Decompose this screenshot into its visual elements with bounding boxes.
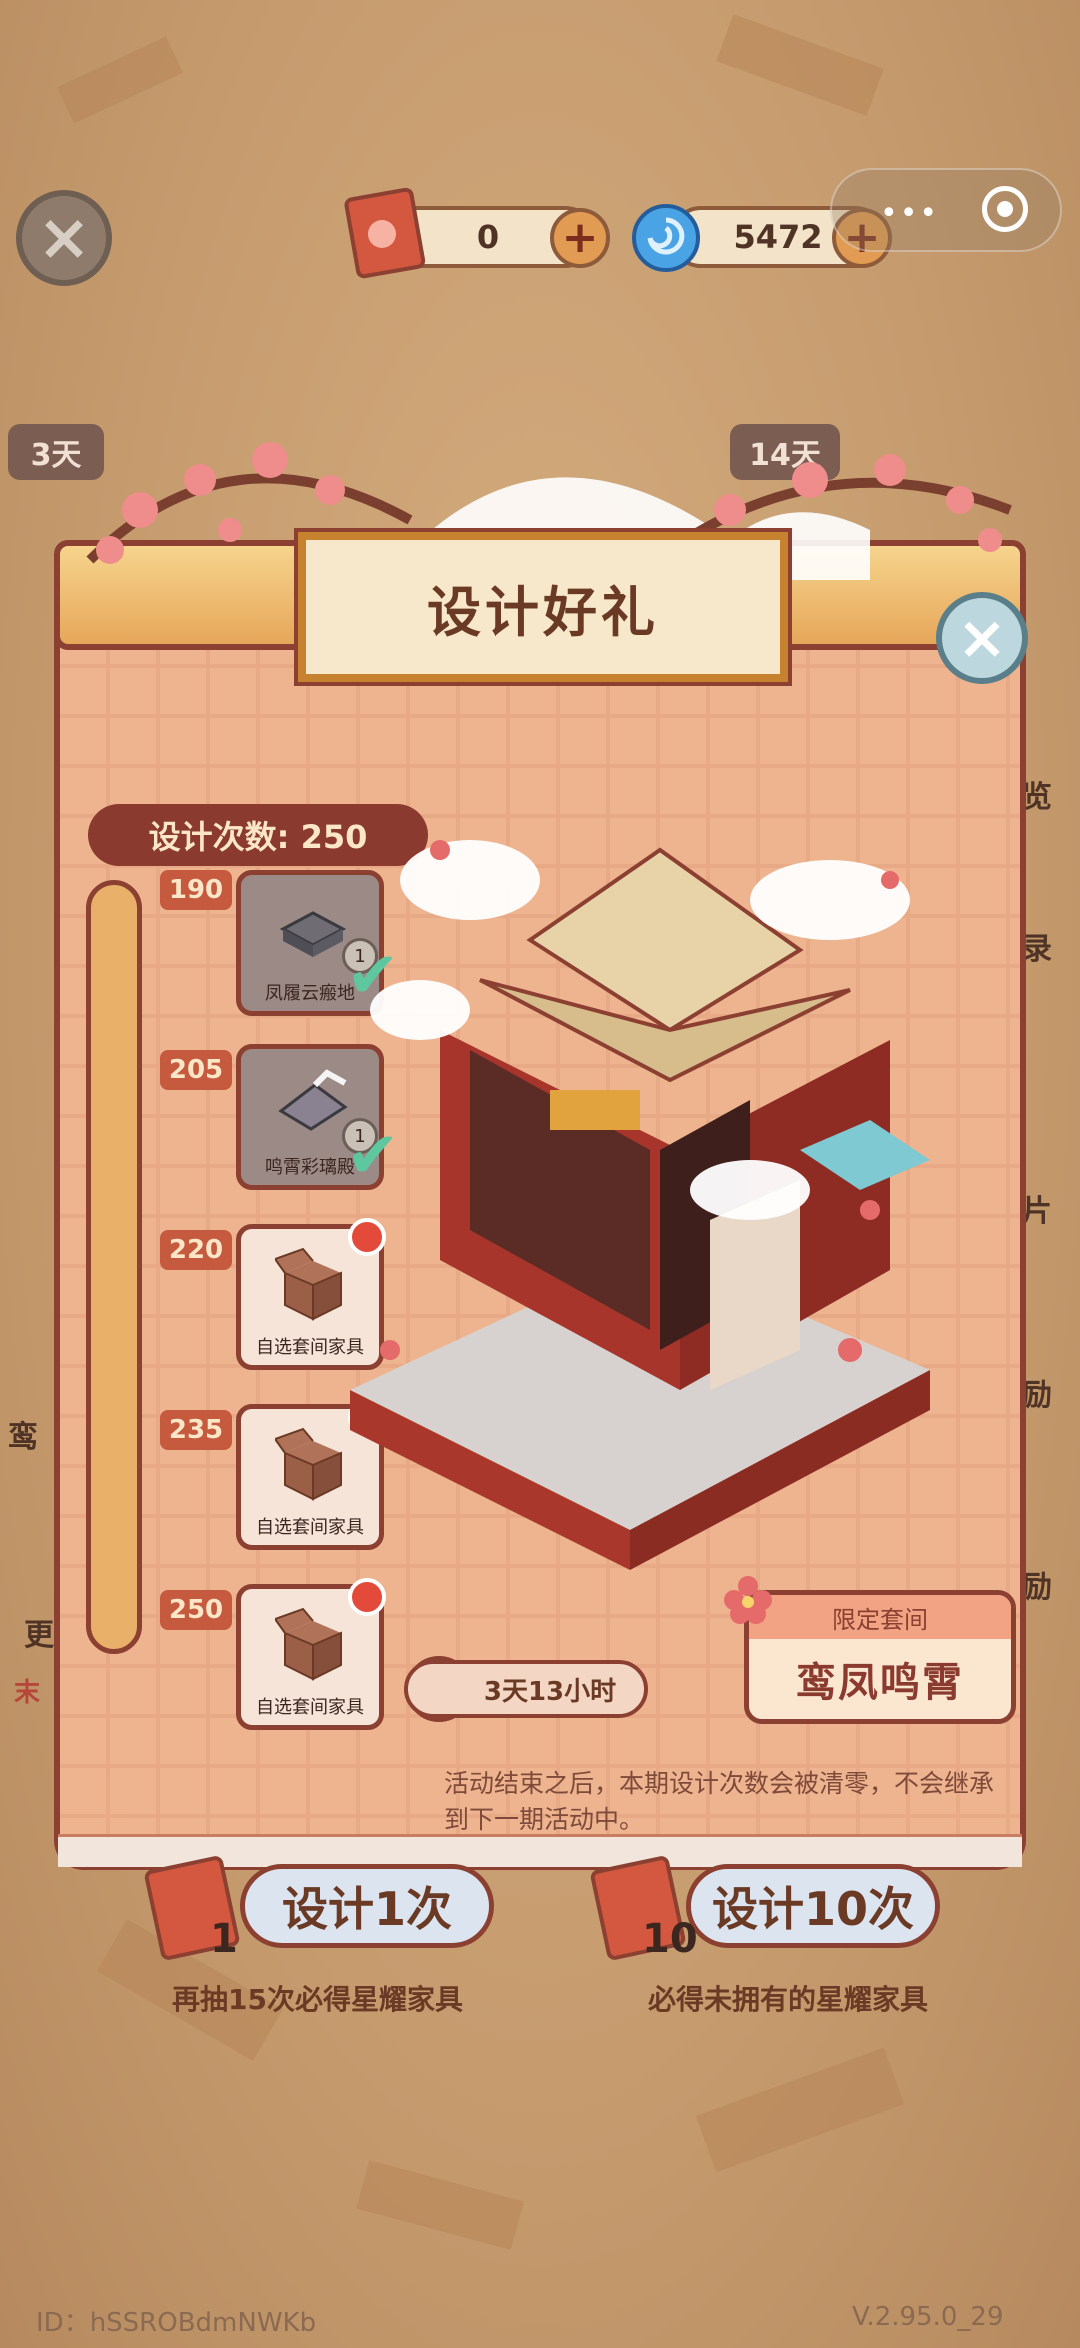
single-caption: 再抽15次必得星耀家具 [172, 1983, 463, 2016]
version-label: V.2.95.0_29 [852, 2302, 1004, 2332]
milestone-tick: 250 [160, 1590, 232, 1630]
side-label: 鸾 [8, 1420, 38, 1455]
design-once-button[interactable]: 设计1次 [240, 1864, 494, 1948]
suite-preview-image [350, 840, 930, 1570]
target-icon[interactable] [982, 186, 1028, 232]
milestone-tick: 220 [160, 1230, 232, 1270]
swirl-currency-icon [632, 204, 700, 272]
ticket-cost: 10 [642, 1916, 698, 1962]
milestone-tick: 205 [160, 1050, 232, 1090]
side-label: 励 [1022, 1570, 1052, 1605]
event-timer: 3天13小时 [404, 1660, 648, 1718]
more-icon[interactable]: ••• [880, 196, 939, 231]
milestone-tick: 190 [160, 870, 232, 910]
design-ten-button[interactable]: 设计10次 [686, 1864, 940, 1948]
blossom-icon [724, 1576, 772, 1624]
close-icon[interactable]: × [16, 190, 112, 286]
ticket-icon [344, 187, 426, 279]
close-panel-icon[interactable]: × [936, 592, 1028, 684]
side-label: 励 [1022, 1378, 1052, 1413]
panel-title: 设计好礼 [294, 528, 792, 686]
progress-track [86, 880, 142, 1654]
side-label: 片 [1022, 1194, 1052, 1229]
ten-caption: 必得未拥有的星耀家具 [648, 1983, 929, 2016]
add-ticket-button[interactable]: + [550, 208, 610, 268]
side-label: 更 [24, 1618, 54, 1653]
limited-suite-card[interactable]: 限定套间 鸾凤鸣霄 [744, 1590, 1016, 1724]
ticket-cost: 1 [210, 1916, 238, 1962]
milestone-tick: 235 [160, 1410, 232, 1450]
player-id: ID：hSSROBdmNWKb [36, 2308, 317, 2338]
side-label: 览 [1022, 780, 1052, 815]
side-label: 末 [14, 1678, 41, 1708]
side-label: 录 [1022, 932, 1052, 967]
furniture-box-icon [275, 1607, 342, 1681]
mini-program-capsule: ••• [830, 168, 1062, 252]
event-note: 活动结束之后，本期设计次数会被清零，不会继承到下一期活动中。 [444, 1769, 995, 1834]
